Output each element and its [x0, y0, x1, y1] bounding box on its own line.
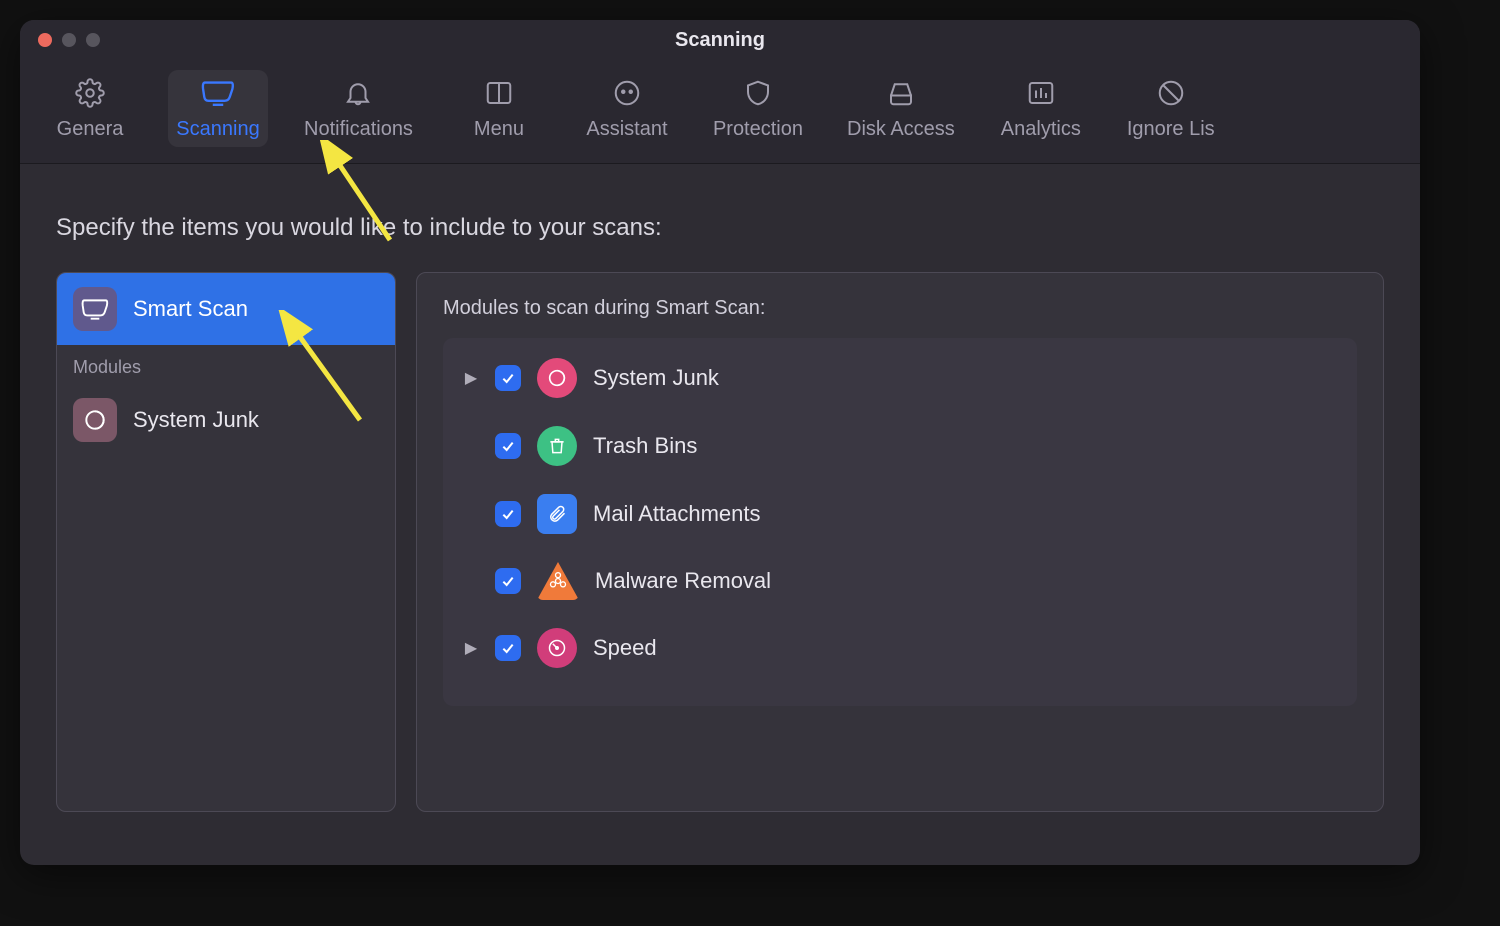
- tab-protection[interactable]: Protection: [705, 70, 811, 147]
- sidebar-item-label: Smart Scan: [133, 296, 248, 322]
- tab-label: Protection: [713, 118, 803, 141]
- face-icon: [610, 76, 644, 110]
- shield-icon: [741, 76, 775, 110]
- bell-icon: [341, 76, 375, 110]
- tab-analytics[interactable]: Analytics: [991, 70, 1091, 147]
- monitor-icon: [201, 76, 235, 110]
- tab-general[interactable]: Genera: [40, 70, 140, 147]
- module-label: System Junk: [593, 365, 719, 391]
- sidebar-section-header: Modules: [57, 345, 395, 384]
- module-row-malware-removal[interactable]: ▶ Malware Removal: [447, 548, 1353, 614]
- swirl-icon: [73, 398, 117, 442]
- tab-disk-access[interactable]: Disk Access: [839, 70, 963, 147]
- module-row-trash-bins[interactable]: ▶ Trash Bins: [447, 412, 1353, 480]
- tab-label: Menu: [474, 118, 524, 141]
- trash-icon: [537, 426, 577, 466]
- prohibit-icon: [1154, 76, 1188, 110]
- module-label: Mail Attachments: [593, 501, 761, 527]
- paperclip-icon: [537, 494, 577, 534]
- tab-label: Disk Access: [847, 118, 955, 141]
- sidebar-item-system-junk[interactable]: System Junk: [57, 384, 395, 456]
- sidebar-item-label: System Junk: [133, 407, 259, 433]
- module-checkbox[interactable]: [495, 433, 521, 459]
- tab-notifications[interactable]: Notifications: [296, 70, 421, 147]
- disclosure-triangle-icon[interactable]: ▶: [463, 638, 479, 658]
- tab-label: Analytics: [1001, 118, 1081, 141]
- module-label: Malware Removal: [595, 568, 771, 594]
- monitor-icon: [73, 287, 117, 331]
- tab-label: Scanning: [176, 118, 259, 141]
- module-label: Speed: [593, 635, 657, 661]
- disk-icon: [884, 76, 918, 110]
- tab-menu[interactable]: Menu: [449, 70, 549, 147]
- window-title: Scanning: [20, 29, 1420, 52]
- module-row-mail-attachments[interactable]: ▶ Mail Attachments: [447, 480, 1353, 548]
- chart-icon: [1024, 76, 1058, 110]
- tab-assistant[interactable]: Assistant: [577, 70, 677, 147]
- sidebar-item-smart-scan[interactable]: Smart Scan: [57, 273, 395, 345]
- module-checkbox[interactable]: [495, 568, 521, 594]
- disclosure-triangle-icon[interactable]: ▶: [463, 368, 479, 388]
- preferences-toolbar: Genera Scanning Notifications Menu Assis: [20, 60, 1420, 164]
- module-checkbox[interactable]: [495, 365, 521, 391]
- tab-label: Notifications: [304, 118, 413, 141]
- module-row-speed[interactable]: ▶ Speed: [447, 614, 1353, 682]
- titlebar: Scanning: [20, 20, 1420, 60]
- instruction-text: Specify the items you would like to incl…: [56, 214, 1384, 242]
- swirl-icon: [537, 358, 577, 398]
- modules-panel: Modules to scan during Smart Scan: ▶ Sys…: [416, 272, 1384, 812]
- module-label: Trash Bins: [593, 433, 697, 459]
- panel-title: Modules to scan during Smart Scan:: [443, 297, 1357, 320]
- tab-label: Assistant: [586, 118, 667, 141]
- module-checkbox[interactable]: [495, 635, 521, 661]
- layout-icon: [482, 76, 516, 110]
- module-row-system-junk[interactable]: ▶ System Junk: [447, 344, 1353, 412]
- biohazard-icon: [537, 562, 579, 600]
- gear-icon: [73, 76, 107, 110]
- tab-scanning[interactable]: Scanning: [168, 70, 268, 147]
- modules-list: ▶ System Junk ▶ Trash Bins ▶: [443, 338, 1357, 706]
- tab-label: Ignore Lis: [1127, 118, 1215, 141]
- gauge-icon: [537, 628, 577, 668]
- scan-source-list: Smart Scan Modules System Junk: [56, 272, 396, 812]
- tab-ignore-list[interactable]: Ignore Lis: [1119, 70, 1223, 147]
- module-checkbox[interactable]: [495, 501, 521, 527]
- tab-label: Genera: [57, 118, 124, 141]
